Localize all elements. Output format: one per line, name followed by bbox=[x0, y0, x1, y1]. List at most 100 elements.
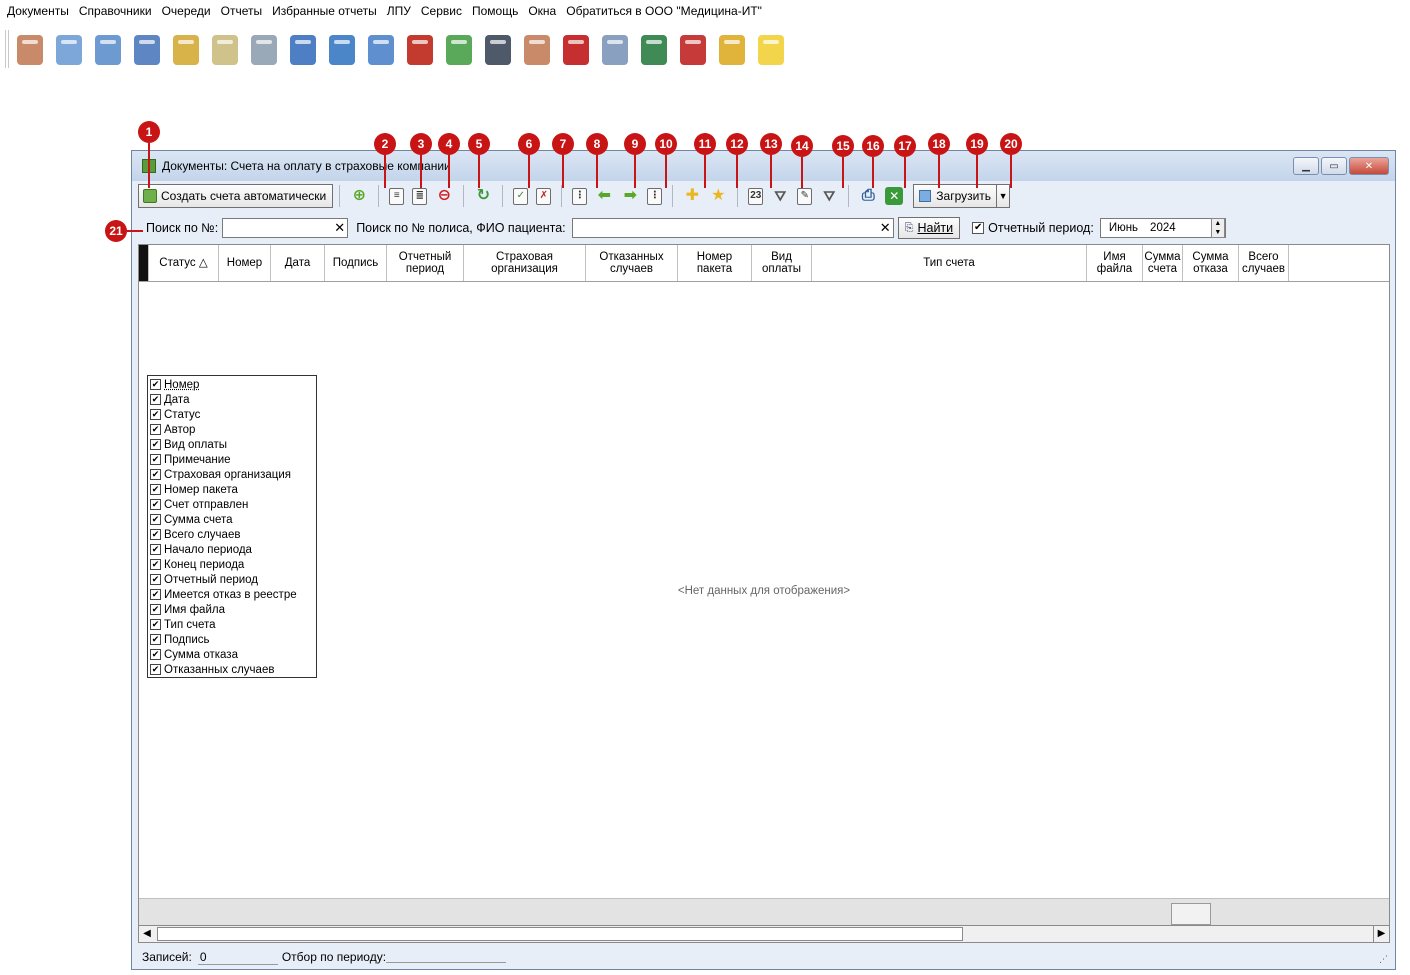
print-icon[interactable]: ⎙ bbox=[859, 187, 877, 205]
period-spinner[interactable]: ▲ ▼ bbox=[1210, 218, 1225, 238]
menu-item-2[interactable]: Очереди bbox=[157, 4, 216, 18]
checkbox-icon[interactable]: ✔ bbox=[150, 424, 161, 435]
column-header[interactable]: Отчетный период bbox=[387, 245, 464, 281]
favorite-icon[interactable]: ★ bbox=[709, 187, 727, 205]
filter-clear-icon[interactable]: ⛛ bbox=[820, 187, 838, 205]
column-header[interactable]: Имя файла bbox=[1087, 245, 1143, 281]
window-titlebar[interactable]: Документы: Счета на оплату в страховые к… bbox=[132, 151, 1395, 181]
menu-item-8[interactable]: Окна bbox=[523, 4, 561, 18]
sign-icon[interactable]: ✓ bbox=[513, 187, 529, 205]
calendar-clock-icon[interactable] bbox=[601, 33, 629, 67]
column-header[interactable]: Сумма счета bbox=[1143, 245, 1183, 281]
find-button[interactable]: ⎘ Найти bbox=[897, 217, 961, 239]
column-chooser-item[interactable]: ✔ Отчетный период bbox=[150, 572, 314, 587]
copy-icon[interactable]: ≡ bbox=[389, 187, 405, 205]
resize-grip[interactable]: ⋰ bbox=[1379, 954, 1388, 965]
card-index-icon[interactable] bbox=[133, 33, 161, 67]
scroll-left-icon[interactable]: ◀ bbox=[139, 926, 155, 942]
checkbox-icon[interactable]: ✔ bbox=[150, 379, 161, 390]
column-chooser-item[interactable]: ✔ Дата bbox=[150, 392, 314, 407]
column-chooser-item[interactable]: ✔ Имя файла bbox=[150, 602, 314, 617]
menu-item-3[interactable]: Отчеты bbox=[216, 4, 267, 18]
column-chooser-item[interactable]: ✔ Номер пакета bbox=[150, 482, 314, 497]
column-chooser-button[interactable] bbox=[139, 245, 149, 281]
minimize-button[interactable]: ▁ bbox=[1293, 157, 1319, 175]
column-header[interactable]: Всего случаев bbox=[1239, 245, 1289, 281]
checkbox-icon[interactable]: ✔ bbox=[150, 469, 161, 480]
first-aid-icon[interactable] bbox=[367, 33, 395, 67]
menu-item-6[interactable]: Сервис bbox=[416, 4, 467, 18]
auto-create-bills-button[interactable]: Создать счета автоматически bbox=[138, 184, 334, 208]
checkbox-icon[interactable]: ✔ bbox=[150, 619, 161, 630]
column-header[interactable]: Страховая организация bbox=[464, 245, 586, 281]
column-chooser-item[interactable]: ✔ Счет отправлен bbox=[150, 497, 314, 512]
menu-item-9[interactable]: Обратиться в ООО "Медицина-ИТ" bbox=[561, 4, 767, 18]
checkbox-icon[interactable]: ✔ bbox=[150, 484, 161, 495]
clear-icon[interactable]: ✕ bbox=[334, 220, 345, 236]
nurse-icon[interactable] bbox=[523, 33, 551, 67]
checkbox-icon[interactable]: ✔ bbox=[150, 409, 161, 420]
column-chooser-item[interactable]: ✔ Статус bbox=[150, 407, 314, 422]
column-chooser-item[interactable]: ✔ Сумма счета bbox=[150, 512, 314, 527]
column-header[interactable]: Подпись bbox=[325, 245, 387, 281]
notepad-icon[interactable] bbox=[211, 33, 239, 67]
document-icon[interactable] bbox=[94, 33, 122, 67]
column-chooser-item[interactable]: ✔ Всего случаев bbox=[150, 527, 314, 542]
menu-item-0[interactable]: Документы bbox=[2, 4, 74, 18]
arrow-left-icon[interactable]: ⬅ bbox=[595, 187, 613, 205]
toolbar-grip[interactable] bbox=[5, 30, 9, 68]
scroll-right-icon[interactable]: ▶ bbox=[1373, 926, 1389, 942]
chat-bubble-icon[interactable] bbox=[757, 33, 785, 67]
books-icon[interactable] bbox=[172, 33, 200, 67]
column-header[interactable]: Номер bbox=[219, 245, 271, 281]
filter-icon[interactable]: ⛛ bbox=[771, 187, 789, 205]
checkbox-icon[interactable]: ✔ bbox=[150, 634, 161, 645]
syringe-icon[interactable] bbox=[250, 33, 278, 67]
checkbox-icon[interactable]: ✔ bbox=[150, 439, 161, 450]
report-period-checkbox[interactable]: ✔ bbox=[972, 222, 985, 234]
checkbox-icon[interactable]: ✔ bbox=[150, 574, 161, 585]
report-period-picker[interactable]: Июнь 2024 ▲ ▼ bbox=[1099, 218, 1226, 238]
menu-item-7[interactable]: Помощь bbox=[467, 4, 523, 18]
column-header[interactable]: Статус △ bbox=[149, 245, 219, 281]
column-chooser-item[interactable]: ✔ Отказанных случаев bbox=[150, 662, 314, 677]
red-book-icon[interactable] bbox=[562, 33, 590, 67]
close-button[interactable]: ✕ bbox=[1349, 157, 1389, 175]
menu-item-4[interactable]: Избранные отчеты bbox=[267, 4, 382, 18]
menu-item-5[interactable]: ЛПУ bbox=[382, 4, 416, 18]
clear-icon[interactable]: ✕ bbox=[880, 220, 891, 236]
calendar-icon[interactable] bbox=[289, 33, 317, 67]
edit-icon[interactable]: ≣ bbox=[412, 187, 428, 205]
horizontal-scrollbar[interactable]: ◀ ▶ bbox=[138, 925, 1390, 943]
column-header[interactable]: Тип счета bbox=[812, 245, 1087, 281]
barcode-scanner-icon[interactable] bbox=[484, 33, 512, 67]
checkbox-icon[interactable]: ✔ bbox=[150, 544, 161, 555]
checkbox-icon[interactable]: ✔ bbox=[150, 559, 161, 570]
checkbox-icon[interactable]: ✔ bbox=[150, 664, 161, 675]
column-chooser-item[interactable]: ✔ Страховая организация bbox=[150, 467, 314, 482]
padlock-icon[interactable] bbox=[718, 33, 746, 67]
collapse-icon[interactable]: ⋮ bbox=[647, 187, 663, 205]
column-header[interactable]: Номер пакета bbox=[678, 245, 752, 281]
filter-edit-icon[interactable]: ✎ bbox=[797, 187, 813, 205]
supplies-icon[interactable] bbox=[406, 33, 434, 67]
doctor-icon[interactable] bbox=[16, 33, 44, 67]
pharmacy-icon[interactable] bbox=[328, 33, 356, 67]
column-chooser-item[interactable]: ✔ Подпись bbox=[150, 632, 314, 647]
column-chooser-item[interactable]: ✔ Примечание bbox=[150, 452, 314, 467]
expand-icon[interactable]: ⋮ bbox=[572, 187, 588, 205]
favorite-add-icon[interactable]: ✚ bbox=[683, 187, 701, 205]
mortar-icon[interactable] bbox=[445, 33, 473, 67]
checkbox-icon[interactable]: ✔ bbox=[150, 454, 161, 465]
checkbox-icon[interactable]: ✔ bbox=[150, 499, 161, 510]
arrow-right-icon[interactable]: ➡ bbox=[621, 187, 639, 205]
unsign-icon[interactable]: ✗ bbox=[536, 187, 552, 205]
column-chooser-item[interactable]: ✔ Начало периода bbox=[150, 542, 314, 557]
menu-item-1[interactable]: Справочники bbox=[74, 4, 157, 18]
column-chooser-item[interactable]: ✔ Вид оплаты bbox=[150, 437, 314, 452]
checkbox-icon[interactable]: ✔ bbox=[150, 604, 161, 615]
column-chooser-item[interactable]: ✔ Автор bbox=[150, 422, 314, 437]
checkbox-icon[interactable]: ✔ bbox=[150, 589, 161, 600]
chevron-down-icon[interactable]: ▼ bbox=[997, 191, 1009, 201]
column-header[interactable]: Дата bbox=[271, 245, 325, 281]
